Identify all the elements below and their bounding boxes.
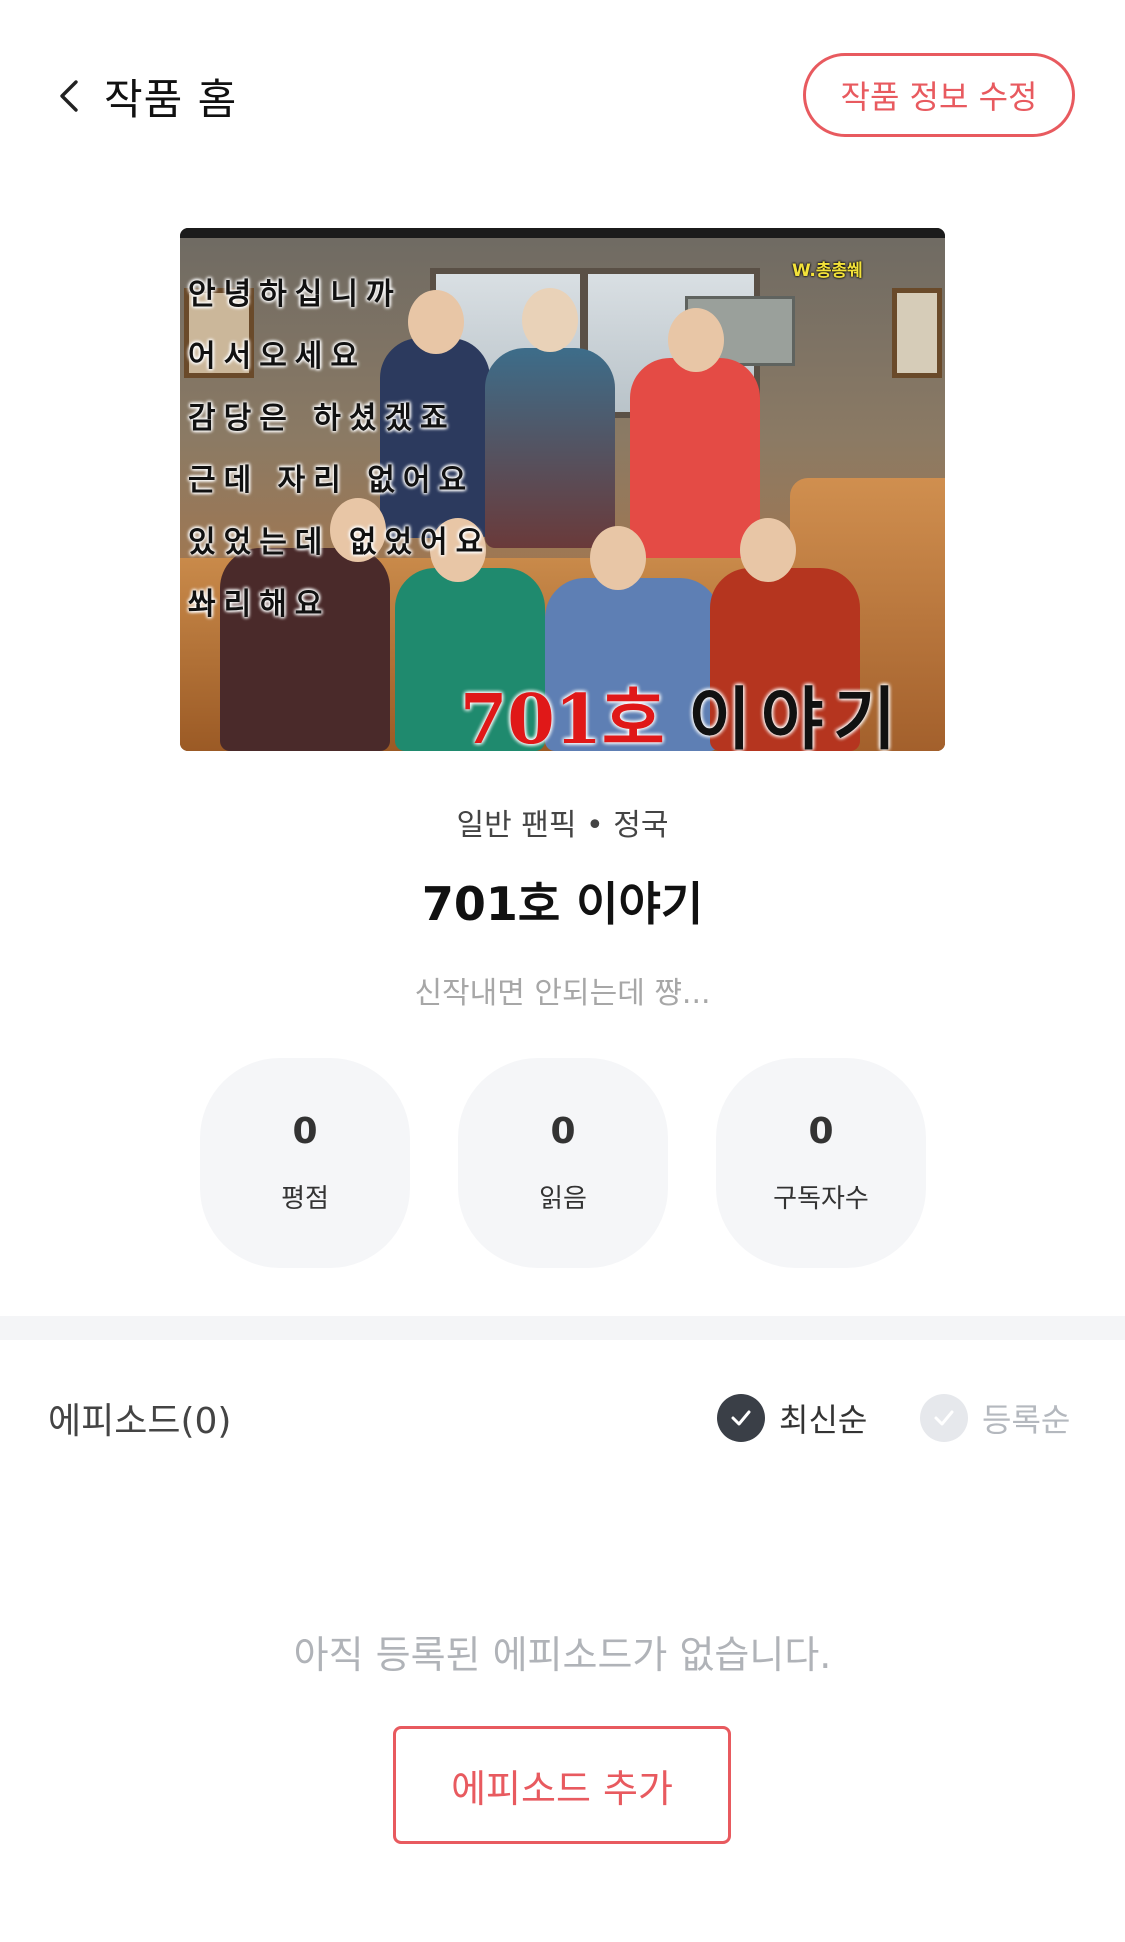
cover-author: W.총총쒜: [792, 261, 863, 281]
work-meta: 일반 팬픽 • 정국: [456, 808, 669, 843]
cover-line: 어서오세요: [188, 339, 366, 374]
cover-line: 안녕하십니까: [188, 277, 402, 312]
cover-line: 있었는데 없었어요: [188, 525, 492, 560]
check-icon: [920, 1394, 968, 1442]
edit-work-info-button[interactable]: 작품 정보 수정: [803, 53, 1075, 137]
back-label: 작품 홈: [104, 74, 238, 124]
stat-label: 구독자수: [773, 1184, 869, 1214]
cover-person-head: [740, 518, 796, 582]
empty-episodes-message: 아직 등록된 에피소드가 없습니다.: [293, 1633, 832, 1677]
stat-label: 평점: [281, 1184, 329, 1214]
cover-wall-frame-right: [892, 288, 942, 378]
chevron-left-icon: [60, 80, 78, 112]
cover-person-head: [668, 308, 724, 372]
stat-subscribers: 0 구독자수: [716, 1058, 926, 1268]
section-divider: [0, 1316, 1125, 1340]
stat-rating: 0 평점: [200, 1058, 410, 1268]
header: 작품 홈 작품 정보 수정: [0, 0, 1125, 190]
cover-title-number: 701호: [460, 680, 665, 751]
add-episode-button[interactable]: 에피소드 추가: [393, 1726, 731, 1844]
stat-reads: 0 읽음: [458, 1058, 668, 1268]
cover-image: 안녕하십니까 어서오세요 감당은 하셨겠죠 근데 자리 없어요 있었는데 없었어…: [180, 228, 945, 751]
sort-latest-label: 최신순: [779, 1401, 868, 1439]
cover-line: 근데 자리 없어요: [188, 463, 475, 498]
episode-count-title: 에피소드(0): [48, 1401, 232, 1442]
stat-value: 0: [808, 1111, 834, 1152]
sort-registered-option[interactable]: 등록순: [920, 1394, 1070, 1442]
cover-person: [485, 348, 615, 548]
cover-person-head: [522, 288, 578, 352]
cover-top-bar: [180, 228, 945, 238]
cover-person: [630, 358, 760, 558]
cover-title-rest: 이야기: [688, 680, 906, 751]
back-button[interactable]: 작품 홈: [52, 60, 237, 132]
check-icon: [717, 1394, 765, 1442]
cover-line: 쏴리해요: [188, 587, 331, 622]
work-description: 신작내면 안되는데 쨩...: [414, 976, 711, 1011]
work-home-page: 작품 홈 작품 정보 수정 안녕하십니까 어서오세요 감당은 하셨겠죠 근데 자…: [0, 0, 1125, 1942]
sort-registered-label: 등록순: [982, 1401, 1071, 1439]
cover-text-lines: 안녕하십니까 어서오세요 감당은 하셨겠죠 근데 자리 없어요 있었는데 없었어…: [188, 264, 491, 636]
cover-title: 701호 이야기: [460, 664, 906, 751]
stat-value: 0: [292, 1111, 318, 1152]
stats: 0 평점 0 읽음 0 구독자수: [200, 1058, 926, 1268]
stat-value: 0: [550, 1111, 576, 1152]
cover-person-head: [590, 526, 646, 590]
stat-label: 읽음: [539, 1184, 587, 1214]
sort-latest-option[interactable]: 최신순: [717, 1394, 867, 1442]
cover-line: 감당은 하셨겠죠: [188, 401, 456, 436]
work-title: 701호 이야기: [421, 877, 704, 931]
